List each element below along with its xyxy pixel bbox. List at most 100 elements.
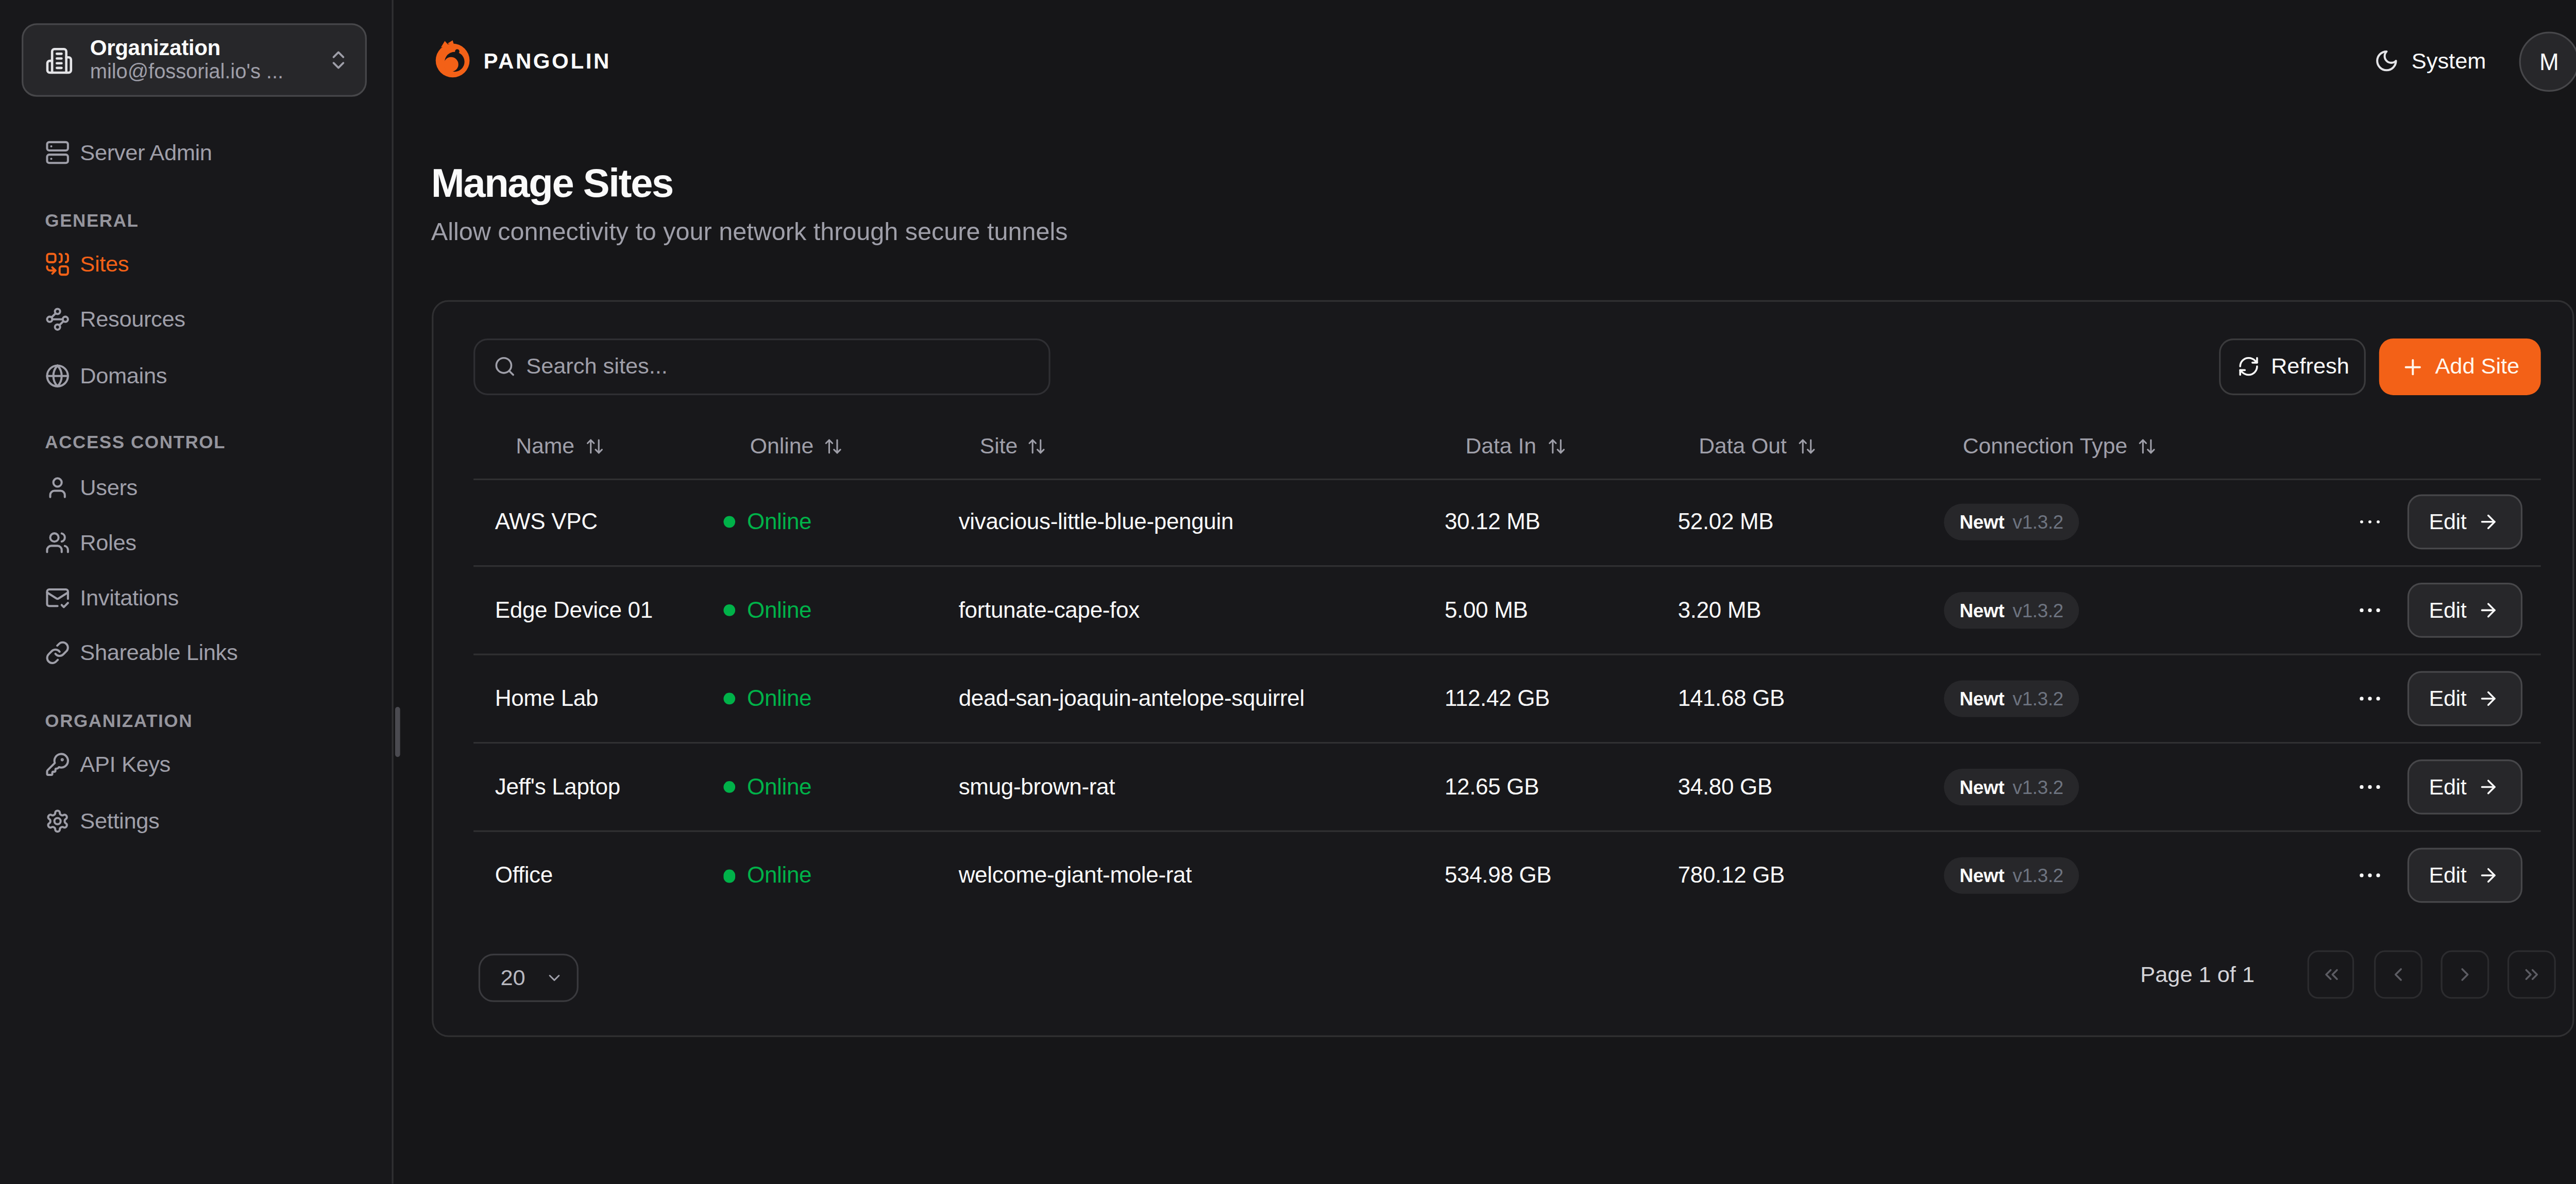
avatar-initial: M (2539, 47, 2559, 74)
org-selector-subtitle: milo@fossorial.io's ... (90, 60, 327, 84)
data-in: 12.65 GB (1445, 774, 1539, 800)
sidebar-item-label: Sites (80, 251, 129, 276)
edit-button[interactable]: Edit (2406, 671, 2522, 726)
edit-button[interactable]: Edit (2406, 759, 2522, 815)
data-out: 3.20 MB (1678, 598, 1761, 623)
site-slug: welcome-giant-mole-rat (959, 864, 1192, 889)
connection-type-badge: Newtv1.3.2 (1944, 769, 2079, 805)
sidebar-resize-handle[interactable] (396, 707, 400, 757)
ellipsis-icon (2356, 596, 2384, 624)
online-dot-icon (723, 692, 735, 705)
avatar[interactable]: M (2519, 31, 2576, 91)
sidebar-item-users[interactable]: Users (22, 464, 375, 511)
key-icon (45, 752, 70, 777)
sidebar-item-label: Server Admin (80, 139, 212, 164)
sidebar-item-api-keys[interactable]: API Keys (22, 741, 375, 788)
last-page-button[interactable] (2508, 950, 2555, 998)
link-icon (45, 640, 70, 666)
page-subtitle: Allow connectivity to your network throu… (431, 214, 1068, 248)
column-header-connection-type[interactable]: Connection Type (1963, 414, 2157, 479)
theme-toggle[interactable]: System (2373, 37, 2486, 83)
chevrons-up-down-icon (327, 48, 350, 72)
pangolin-logo (432, 38, 473, 80)
data-out: 34.80 GB (1678, 774, 1772, 800)
sidebar-item-shareable-links[interactable]: Shareable Links (22, 630, 375, 676)
first-page-button[interactable] (2308, 950, 2355, 998)
column-header-data-out[interactable]: Data Out (1699, 414, 1816, 479)
column-header-site[interactable]: Site (980, 414, 1047, 479)
add-site-button[interactable]: Add Site (2379, 339, 2541, 395)
search-input[interactable] (476, 340, 1049, 393)
arrow-right-icon (2478, 865, 2500, 887)
sidebar-item-roles[interactable]: Roles (22, 518, 375, 565)
site-name: Jeff's Laptop (495, 774, 620, 800)
ellipsis-icon (2356, 508, 2384, 536)
page-indicator: Page 1 of 1 (2140, 961, 2255, 987)
column-header-data-in[interactable]: Data In (1465, 414, 1565, 479)
table-row: Office Online welcome-giant-mole-rat 534… (473, 832, 2540, 920)
sidebar-item-resources[interactable]: Resources (22, 296, 375, 343)
arrow-right-icon (2478, 776, 2500, 798)
sidebar-section-organization: ORGANIZATION (45, 711, 193, 731)
site-name: Home Lab (495, 686, 598, 712)
row-actions-menu[interactable] (2356, 773, 2384, 801)
online-dot-icon (723, 781, 735, 793)
sidebar-item-label: API Keys (80, 752, 171, 777)
page-title: Manage Sites (431, 159, 673, 206)
chevron-left-icon (2387, 963, 2409, 985)
sites-card: Refresh Add Site Name Online Site Data I… (431, 300, 2573, 1037)
sort-icon (584, 437, 603, 456)
column-header-online[interactable]: Online (750, 414, 843, 479)
column-header-name[interactable]: Name (516, 414, 603, 479)
moon-icon (2373, 47, 2398, 73)
mail-check-icon (45, 585, 70, 611)
sort-icon (2138, 437, 2157, 456)
sidebar-item-server-admin[interactable]: Server Admin (22, 128, 375, 175)
org-selector[interactable]: Organization milo@fossorial.io's ... (22, 24, 366, 96)
sort-icon (1546, 437, 1565, 456)
org-selector-title: Organization (90, 36, 327, 61)
edit-button-wrap: Edit (2406, 495, 2522, 550)
site-slug: dead-san-joaquin-antelope-squirrel (959, 686, 1304, 712)
edit-button[interactable]: Edit (2406, 495, 2522, 550)
waypoints-icon (45, 307, 70, 332)
row-actions-menu[interactable] (2356, 684, 2384, 713)
data-out: 141.68 GB (1678, 686, 1785, 712)
row-actions-menu[interactable] (2356, 861, 2384, 890)
sidebar-item-label: Resources (80, 307, 185, 332)
sidebar-section-access-control: ACCESS CONTROL (45, 432, 226, 452)
data-in: 30.12 MB (1445, 510, 1540, 535)
sidebar-section-general: GENERAL (45, 209, 139, 229)
chevron-right-icon (2454, 963, 2476, 985)
page-size-select[interactable]: 20 (479, 954, 579, 1003)
online-dot-icon (723, 870, 735, 882)
site-name: Edge Device 01 (495, 598, 653, 623)
ellipsis-icon (2356, 861, 2384, 890)
connection-type-badge: Newtv1.3.2 (1944, 593, 2079, 629)
data-in: 534.98 GB (1445, 864, 1551, 889)
table-row: Home Lab Online dead-san-joaquin-antelop… (473, 655, 2540, 743)
sidebar-item-settings[interactable]: Settings (22, 797, 375, 844)
arrow-right-icon (2478, 600, 2500, 621)
status-badge: Online (723, 510, 811, 535)
arrow-right-icon (2478, 688, 2500, 709)
status-badge: Online (723, 864, 811, 889)
site-name: Office (495, 864, 553, 889)
chevrons-right-icon (2521, 963, 2543, 985)
chevron-down-icon (546, 969, 564, 988)
online-dot-icon (723, 516, 735, 528)
edit-button-wrap: Edit (2406, 671, 2522, 726)
sidebar-item-domains[interactable]: Domains (22, 352, 375, 399)
arrow-right-icon (2478, 512, 2500, 533)
edit-button[interactable]: Edit (2406, 849, 2522, 904)
row-actions-menu[interactable] (2356, 596, 2384, 624)
sidebar-item-label: Users (80, 475, 138, 500)
table-row: AWS VPC Online vivacious-little-blue-pen… (473, 479, 2540, 567)
next-page-button[interactable] (2441, 950, 2488, 998)
row-actions-menu[interactable] (2356, 508, 2384, 536)
sidebar-item-sites[interactable]: Sites (22, 240, 375, 287)
edit-button[interactable]: Edit (2406, 583, 2522, 638)
sidebar-item-invitations[interactable]: Invitations (22, 574, 375, 621)
refresh-button[interactable]: Refresh (2219, 339, 2366, 395)
prev-page-button[interactable] (2375, 950, 2422, 998)
